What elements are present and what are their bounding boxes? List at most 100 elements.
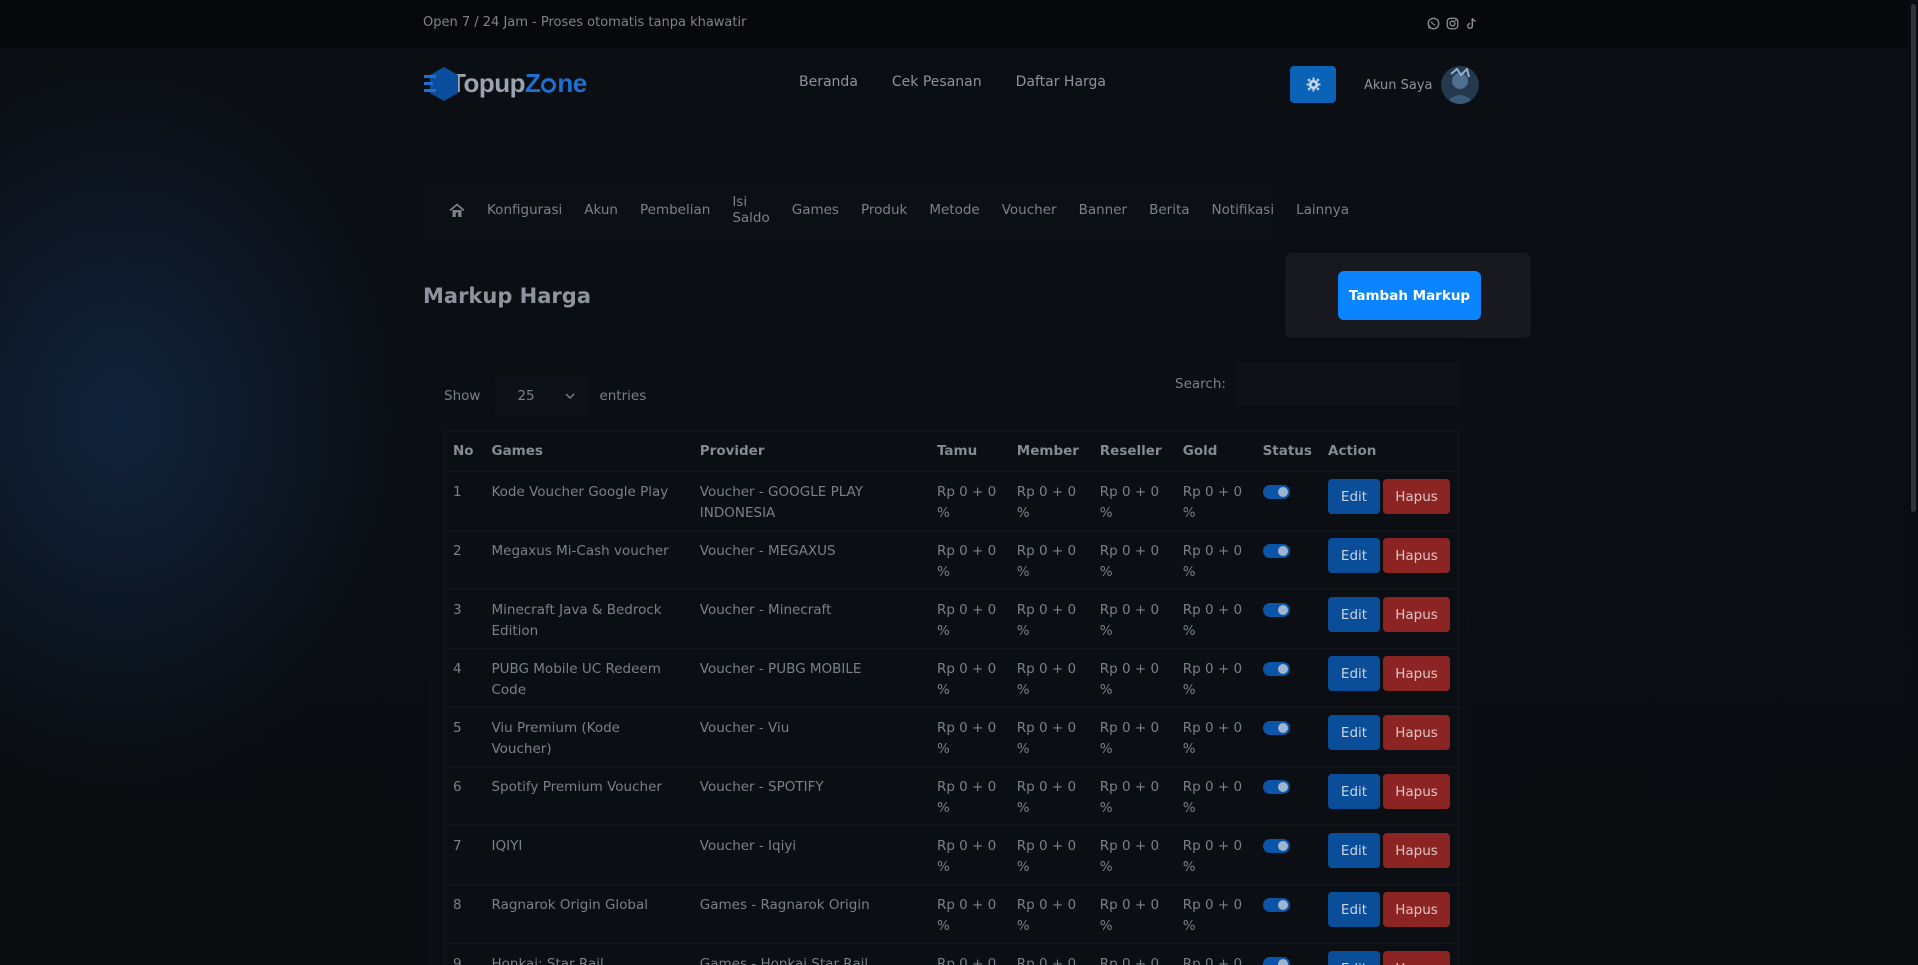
row-tamu: Rp 0 + 0 % xyxy=(928,766,1009,826)
delete-button[interactable]: Hapus xyxy=(1383,656,1450,691)
whatsapp-icon[interactable] xyxy=(1426,16,1440,30)
social-links xyxy=(1426,16,1478,30)
top-bar: Open 7 / 24 Jam - Proses otomatis tanpa … xyxy=(0,0,1918,48)
admin-nav-lainnya[interactable]: Lainnya xyxy=(1296,202,1349,218)
delete-button[interactable]: Hapus xyxy=(1383,833,1450,868)
site-logo[interactable]: TopupZ ne xyxy=(424,64,587,102)
status-toggle[interactable] xyxy=(1262,898,1290,912)
header-no[interactable]: No xyxy=(444,430,484,472)
delete-button[interactable]: Hapus xyxy=(1383,951,1450,965)
header-tamu[interactable]: Tamu xyxy=(928,430,1009,472)
row-reseller: Rp 0 + 0 % xyxy=(1091,825,1175,885)
scrollbar-thumb[interactable] xyxy=(1911,4,1916,512)
delete-button[interactable]: Hapus xyxy=(1383,774,1450,809)
edit-button[interactable]: Edit xyxy=(1328,892,1380,927)
page-title: Markup Harga xyxy=(423,284,591,308)
edit-button[interactable]: Edit xyxy=(1328,479,1380,514)
entries-label: entries xyxy=(599,388,647,404)
avatar xyxy=(1440,66,1479,104)
status-toggle[interactable] xyxy=(1262,662,1290,676)
edit-button[interactable]: Edit xyxy=(1328,715,1380,750)
admin-nav-metode[interactable]: Metode xyxy=(929,202,979,218)
header-games[interactable]: Games xyxy=(483,430,692,472)
header-member[interactable]: Member xyxy=(1008,430,1092,472)
delete-button[interactable]: Hapus xyxy=(1383,538,1450,573)
row-actions: EditHapus xyxy=(1328,538,1450,573)
status-toggle[interactable] xyxy=(1262,957,1290,965)
row-status xyxy=(1254,589,1320,649)
admin-nav-isi-saldo[interactable]: Isi Saldo xyxy=(732,194,769,226)
row-actions: EditHapus xyxy=(1328,774,1450,809)
edit-button[interactable]: Edit xyxy=(1328,774,1380,809)
topbar-text: Open 7 / 24 Jam - Proses otomatis tanpa … xyxy=(423,15,747,30)
home-icon[interactable] xyxy=(449,202,465,218)
row-gold: Rp 0 + 0 % xyxy=(1174,471,1255,531)
delete-button[interactable]: Hapus xyxy=(1383,892,1450,927)
row-no: 6 xyxy=(444,766,484,826)
row-actions: EditHapus xyxy=(1328,656,1450,691)
entries-select[interactable]: 25 xyxy=(495,376,588,416)
status-toggle[interactable] xyxy=(1262,721,1290,735)
account-menu[interactable]: Akun Saya xyxy=(1364,66,1479,104)
instagram-icon[interactable] xyxy=(1445,16,1459,30)
page-scrollbar[interactable] xyxy=(1908,0,1918,965)
row-actions: EditHapus xyxy=(1328,479,1450,514)
status-toggle[interactable] xyxy=(1262,780,1290,794)
row-no: 9 xyxy=(444,943,484,965)
row-reseller: Rp 0 + 0 % xyxy=(1091,471,1175,531)
admin-nav-berita[interactable]: Berita xyxy=(1149,202,1189,218)
admin-nav-produk[interactable]: Produk xyxy=(861,202,907,218)
status-toggle[interactable] xyxy=(1262,485,1290,499)
admin-nav-pembelian[interactable]: Pembelian xyxy=(640,202,710,218)
table-header-row: No Games Provider Tamu Member Reseller G… xyxy=(444,430,1459,472)
admin-nav-notifikasi[interactable]: Notifikasi xyxy=(1212,202,1275,218)
row-provider: Voucher - Iqiyi xyxy=(691,825,929,885)
settings-button[interactable] xyxy=(1290,66,1336,103)
row-actions: EditHapus xyxy=(1328,715,1450,750)
nav-daftar-harga[interactable]: Daftar Harga xyxy=(1016,74,1106,90)
row-action: EditHapus xyxy=(1320,884,1459,944)
edit-button[interactable]: Edit xyxy=(1328,538,1380,573)
admin-nav-konfigurasi[interactable]: Konfigurasi xyxy=(487,202,562,218)
status-toggle[interactable] xyxy=(1262,603,1290,617)
edit-button[interactable]: Edit xyxy=(1328,597,1380,632)
header-action: Action xyxy=(1320,430,1459,472)
add-markup-button[interactable]: Tambah Markup xyxy=(1338,271,1481,320)
row-gold: Rp 0 + 0 % xyxy=(1174,884,1255,944)
chevron-down-icon xyxy=(565,393,575,399)
tiktok-icon[interactable] xyxy=(1464,16,1478,30)
edit-button[interactable]: Edit xyxy=(1328,833,1380,868)
row-action: EditHapus xyxy=(1320,825,1459,885)
delete-button[interactable]: Hapus xyxy=(1383,597,1450,632)
status-toggle[interactable] xyxy=(1262,839,1290,853)
account-label: Akun Saya xyxy=(1364,77,1433,93)
add-markup-card: Tambah Markup xyxy=(1285,253,1531,338)
row-status xyxy=(1254,884,1320,944)
admin-nav-voucher[interactable]: Voucher xyxy=(1002,202,1057,218)
row-no: 3 xyxy=(444,589,484,649)
edit-button[interactable]: Edit xyxy=(1328,656,1380,691)
admin-nav-banner[interactable]: Banner xyxy=(1079,202,1128,218)
row-member: Rp 0 + 0 % xyxy=(1008,589,1092,649)
header-provider[interactable]: Provider xyxy=(691,430,929,472)
delete-button[interactable]: Hapus xyxy=(1383,479,1450,514)
row-gold: Rp 0 + 0 % xyxy=(1174,943,1255,965)
delete-button[interactable]: Hapus xyxy=(1383,715,1450,750)
row-status xyxy=(1254,530,1320,590)
row-actions: EditHapus xyxy=(1328,597,1450,632)
row-games: Minecraft Java & Bedrock Edition xyxy=(483,589,692,649)
header-status[interactable]: Status xyxy=(1254,430,1320,472)
search-input[interactable] xyxy=(1235,362,1460,406)
header-gold[interactable]: Gold xyxy=(1174,430,1255,472)
nav-cek-pesanan[interactable]: Cek Pesanan xyxy=(892,74,982,90)
edit-button[interactable]: Edit xyxy=(1328,951,1380,965)
header-reseller[interactable]: Reseller xyxy=(1091,430,1175,472)
row-action: EditHapus xyxy=(1320,943,1459,965)
admin-nav-akun[interactable]: Akun xyxy=(584,202,618,218)
nav-beranda[interactable]: Beranda xyxy=(799,74,858,90)
admin-nav-games[interactable]: Games xyxy=(792,202,839,218)
status-toggle[interactable] xyxy=(1262,544,1290,558)
row-action: EditHapus xyxy=(1320,530,1459,590)
row-tamu: Rp 0 + 0 % xyxy=(928,530,1009,590)
row-reseller: Rp 0 + 0 % xyxy=(1091,943,1175,965)
